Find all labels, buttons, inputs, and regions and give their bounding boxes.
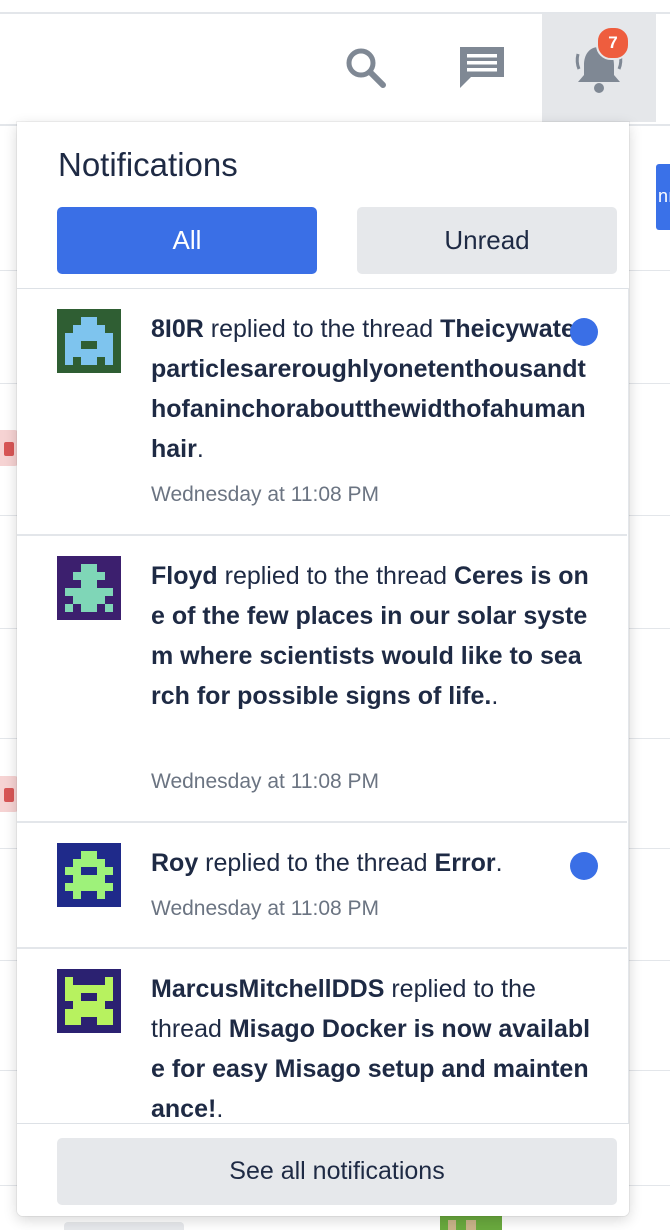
notification-count-badge: 7 — [596, 26, 630, 60]
notification-user[interactable]: Floyd — [151, 562, 218, 590]
notification-time: Wednesday at 11:08 PM — [151, 483, 380, 506]
notification-time: Wednesday at 11:08 PM — [151, 897, 380, 920]
notification-user[interactable]: 8I0R — [151, 315, 204, 343]
notification-text: Roy replied to the thread Error. — [151, 843, 591, 883]
unread-indicator[interactable] — [570, 318, 598, 346]
background-button — [64, 1222, 184, 1230]
tab-unread[interactable]: Unread — [357, 207, 617, 274]
tab-all[interactable]: All — [57, 207, 317, 274]
lock-icon — [0, 776, 18, 812]
notification-suffix: . — [495, 849, 503, 877]
notification-item[interactable]: Floyd replied to the thread Ceres is one… — [17, 536, 627, 823]
notification-text: 8I0R replied to the thread Theicywaterpa… — [151, 309, 591, 469]
notification-item[interactable]: MarcusMitchellDDS replied to the thread … — [17, 949, 627, 1124]
notification-item[interactable]: 8I0R replied to the thread Theicywaterpa… — [17, 289, 627, 536]
see-all-notifications-button[interactable]: See all notifications — [57, 1138, 617, 1205]
unread-indicator[interactable] — [570, 852, 598, 880]
notification-item[interactable]: Roy replied to the thread Error. Wednesd… — [17, 823, 627, 949]
notification-text: Floyd replied to the thread Ceres is one… — [151, 556, 591, 716]
notifications-dropdown: Notifications All Unread 8I0R replied to… — [17, 122, 629, 1216]
search-button[interactable] — [330, 14, 402, 122]
notification-action: replied to the thread — [203, 315, 441, 343]
notification-user[interactable]: MarcusMitchellDDS — [151, 975, 384, 1003]
notifications-list[interactable]: 8I0R replied to the thread Theicywaterpa… — [17, 288, 629, 1124]
messages-button[interactable] — [446, 14, 518, 122]
notification-user[interactable]: Roy — [151, 849, 198, 877]
notification-suffix: . — [196, 435, 204, 463]
background-avatar — [440, 1216, 502, 1230]
avatar — [57, 556, 121, 620]
notification-action: replied to the thread — [217, 562, 454, 590]
avatar — [57, 843, 121, 907]
dropdown-title: Notifications — [58, 146, 238, 183]
notification-thread[interactable]: Error — [435, 849, 496, 877]
notification-suffix: . — [491, 682, 499, 710]
background-button-edge: nı — [656, 164, 670, 230]
avatar — [57, 309, 121, 373]
notification-suffix: . — [216, 1095, 224, 1123]
avatar — [57, 969, 121, 1033]
chat-icon — [460, 47, 504, 88]
dropdown-footer: See all notifications — [17, 1123, 629, 1216]
notification-text: MarcusMitchellDDS replied to the thread … — [151, 969, 591, 1124]
notifications-button[interactable]: 7 — [542, 14, 656, 122]
scrollbar-track[interactable] — [628, 288, 629, 1123]
lock-icon — [0, 430, 18, 466]
notification-time: Wednesday at 11:08 PM — [151, 770, 380, 793]
notification-action: replied to the thread — [198, 849, 435, 877]
search-icon — [346, 48, 386, 88]
